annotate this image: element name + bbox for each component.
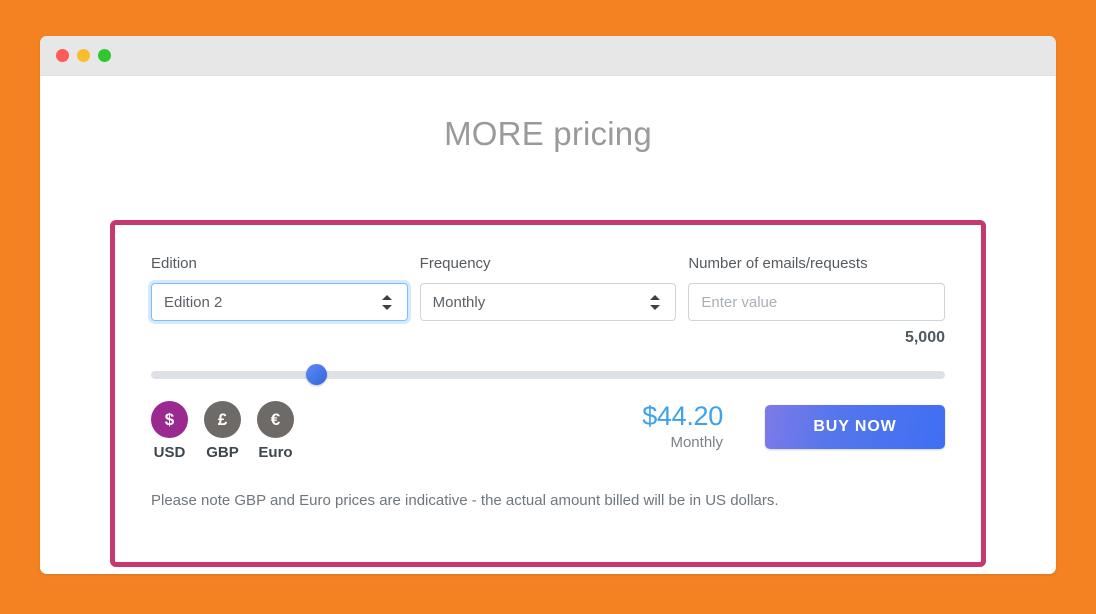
frequency-field-group: Frequency Monthly [419,255,677,321]
usd-icon: $ [151,401,188,438]
payment-row: $ USD £ GBP € Euro $44.20 Monthly BUY NO… [151,401,945,467]
frequency-select[interactable]: Monthly [419,283,677,321]
pricing-panel: Edition Edition 2 Frequency Monthly Numb… [110,220,986,567]
quantity-input-wrapper[interactable]: Enter value [688,283,946,321]
traffic-lights [56,49,111,62]
minimize-icon[interactable] [77,49,90,62]
slider-track[interactable] [151,371,945,379]
edition-label: Edition [151,255,197,272]
quantity-label: Number of emails/requests [688,255,868,272]
currency-option-eur[interactable]: € Euro [257,401,294,461]
frequency-selected-value: Monthly [432,293,486,311]
page-body: MORE pricing Edition Edition 2 Frequency [40,76,1056,574]
close-icon[interactable] [56,49,69,62]
window-titlebar [40,36,1056,76]
slider-thumb[interactable] [306,364,328,385]
currency-option-usd[interactable]: $ USD [151,401,188,461]
select-arrows-icon [381,294,393,311]
price-amount: $44.20 [642,401,723,431]
edition-field-group: Edition Edition 2 [151,255,408,321]
euro-icon: € [257,401,294,438]
slider-value-readout: 5,000 [904,329,945,346]
currency-label-eur: Euro [258,444,293,461]
page-title: MORE pricing [444,115,652,152]
currency-label-usd: USD [153,444,186,461]
currency-label-gbp: GBP [206,444,239,461]
edition-selected-value: Edition 2 [164,293,223,311]
select-arrows-icon [650,294,661,311]
pricing-note: Please note GBP and Euro prices are indi… [151,492,779,509]
gbp-icon: £ [204,401,241,438]
frequency-label: Frequency [419,255,491,272]
quantity-field-group: Number of emails/requests Enter value [688,255,946,321]
quantity-input-placeholder: Enter value [701,293,778,311]
edition-select[interactable]: Edition 2 [151,283,408,321]
quantity-slider[interactable] [151,364,945,386]
form-field-row: Edition Edition 2 Frequency Monthly Numb… [151,255,946,321]
buy-now-button[interactable]: BUY NOW [765,405,945,449]
app-window: MORE pricing Edition Edition 2 Frequency [40,36,1056,574]
price-display: $44.20 Monthly [553,401,723,451]
zoom-icon[interactable] [98,49,111,62]
price-period: Monthly [670,433,723,451]
currency-option-gbp[interactable]: £ GBP [204,401,241,461]
